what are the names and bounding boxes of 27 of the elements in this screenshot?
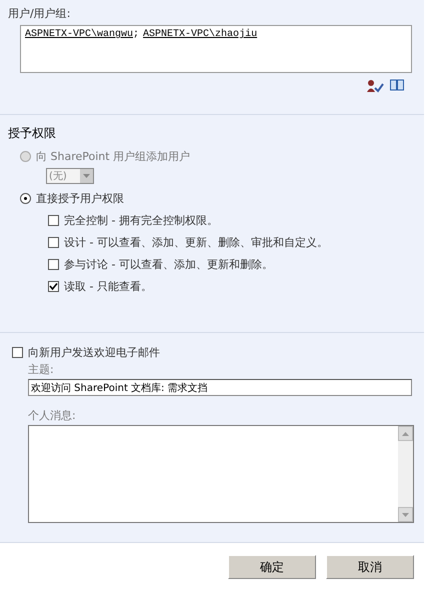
option-label: 向 SharePoint 用户组添加用户 — [36, 149, 190, 164]
user-link[interactable]: ASPNETX-VPC\zhaojiu — [143, 29, 258, 40]
ok-button[interactable]: 确定 — [228, 555, 316, 579]
separator-text: ; — [133, 29, 140, 40]
user-link[interactable]: ASPNETX-VPC\wangwu — [25, 29, 134, 40]
address-book-icon[interactable] — [390, 79, 404, 91]
cancel-button[interactable]: 取消 — [326, 555, 414, 579]
section-title: 授予权限 — [8, 125, 57, 142]
permission-label: 设计 - 可以查看、添加、更新、删除、审批和自定义。 — [64, 235, 328, 250]
check-names-icon[interactable] — [366, 79, 384, 93]
subject-field[interactable]: 欢迎访问 SharePoint 文档库: 需求文挡 — [28, 379, 412, 396]
users-field[interactable]: ASPNETX-VPC\wangwu; ASPNETX-VPC\zhaojiu — [20, 25, 412, 73]
field-label: 主题: — [28, 362, 55, 377]
field-label: 用户/用户组: — [8, 6, 72, 21]
checkbox[interactable] — [48, 259, 59, 270]
option-label: 直接授予用户权限 — [36, 191, 124, 206]
field-label: 个人消息: — [28, 408, 77, 423]
permission-label: 读取 - 只能查看。 — [64, 279, 152, 294]
radio-button[interactable] — [20, 193, 31, 204]
checkbox[interactable] — [48, 237, 59, 248]
permission-label: 参与讨论 - 可以查看、添加、更新和删除。 — [64, 257, 273, 272]
checkbox[interactable] — [48, 215, 59, 226]
checkbox[interactable] — [48, 281, 59, 292]
checkbox[interactable] — [12, 347, 23, 358]
checkbox-label: 向新用户发送欢迎电子邮件 — [28, 345, 160, 360]
caret-icon — [83, 174, 90, 178]
permission-label: 完全控制 - 拥有完全控制权限。 — [64, 213, 218, 228]
